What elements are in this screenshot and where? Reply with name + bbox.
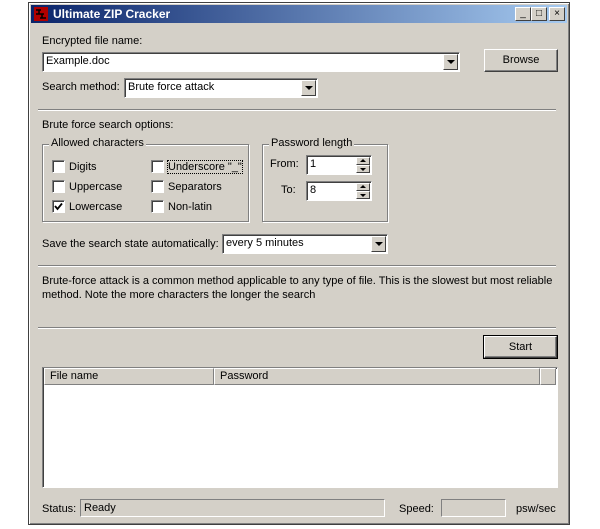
- brute-force-options-heading: Brute force search options:: [42, 119, 174, 131]
- browse-button-label: Browse: [502, 54, 540, 66]
- allowed-characters-legend: Allowed characters: [49, 137, 146, 149]
- divider: [38, 109, 556, 111]
- column-header-filler: [540, 368, 556, 385]
- chevron-down-icon[interactable]: [371, 236, 386, 252]
- search-method-value: Brute force attack: [128, 81, 215, 93]
- lowercase-label: Lowercase: [69, 201, 123, 213]
- spin-down-icon[interactable]: [356, 165, 370, 173]
- divider: [38, 327, 556, 329]
- uppercase-checkbox[interactable]: [52, 180, 65, 193]
- divider: [38, 265, 556, 267]
- status-value: Ready: [84, 502, 116, 514]
- close-button[interactable]: ×: [549, 7, 565, 21]
- speed-label: Speed:: [399, 503, 434, 515]
- search-method-label: Search method:: [42, 81, 120, 93]
- check-icon: [54, 202, 63, 211]
- zip-cracker-app-icon: [34, 7, 48, 21]
- save-state-select[interactable]: every 5 minutes: [222, 234, 388, 254]
- separators-checkbox[interactable]: [151, 180, 164, 193]
- underscore-label: Underscore "_": [167, 160, 243, 174]
- nonlatin-checkbox[interactable]: [151, 200, 164, 213]
- window-title: Ultimate ZIP Cracker: [53, 7, 171, 21]
- column-header-file-name[interactable]: File name: [44, 368, 214, 385]
- to-label: To:: [281, 184, 296, 196]
- minimize-button[interactable]: _: [515, 7, 531, 21]
- spin-up-icon[interactable]: [356, 157, 370, 165]
- start-button[interactable]: Start: [483, 335, 558, 359]
- from-spin-buttons[interactable]: [356, 157, 370, 173]
- underscore-checkbox[interactable]: [151, 160, 164, 173]
- from-spinner[interactable]: 1: [306, 155, 372, 175]
- uppercase-label: Uppercase: [69, 181, 123, 193]
- lowercase-checkbox[interactable]: [52, 200, 65, 213]
- maximize-button[interactable]: □: [531, 7, 547, 21]
- digits-checkbox[interactable]: [52, 160, 65, 173]
- spin-up-icon[interactable]: [356, 183, 370, 191]
- chevron-down-icon[interactable]: [301, 80, 316, 96]
- separators-label: Separators: [168, 181, 222, 193]
- title-bar[interactable]: Ultimate ZIP Cracker _ □ ×: [31, 5, 567, 23]
- spin-down-icon[interactable]: [356, 191, 370, 199]
- speed-unit: psw/sec: [516, 503, 556, 515]
- digits-label: Digits: [69, 161, 97, 173]
- results-list[interactable]: File name Password: [42, 367, 558, 488]
- speed-field: [441, 499, 506, 517]
- app-window: Ultimate ZIP Cracker _ □ × Encrypted fil…: [28, 2, 570, 525]
- save-state-value: every 5 minutes: [226, 237, 304, 249]
- save-state-label: Save the search state automatically:: [42, 238, 219, 250]
- status-label: Status:: [42, 503, 77, 515]
- status-field: Ready: [80, 499, 385, 517]
- nonlatin-label: Non-latin: [168, 201, 213, 213]
- start-button-label: Start: [508, 341, 533, 353]
- to-value: 8: [310, 184, 317, 196]
- column-header-label: File name: [50, 370, 99, 382]
- method-description: Brute-force attack is a common method ap…: [42, 275, 553, 301]
- from-value: 1: [310, 158, 317, 170]
- to-spinner[interactable]: 8: [306, 181, 372, 201]
- password-length-legend: Password length: [269, 137, 355, 149]
- from-label: From:: [270, 158, 299, 170]
- encrypted-file-value: Example.doc: [46, 55, 110, 67]
- column-header-label: Password: [220, 370, 269, 382]
- search-method-select[interactable]: Brute force attack: [124, 78, 318, 98]
- browse-button[interactable]: Browse: [484, 49, 558, 72]
- encrypted-file-label: Encrypted file name:: [42, 35, 143, 47]
- column-header-password[interactable]: Password: [214, 368, 540, 385]
- encrypted-file-combobox[interactable]: Example.doc: [42, 52, 460, 72]
- chevron-down-icon[interactable]: [443, 54, 458, 70]
- to-spin-buttons[interactable]: [356, 183, 370, 199]
